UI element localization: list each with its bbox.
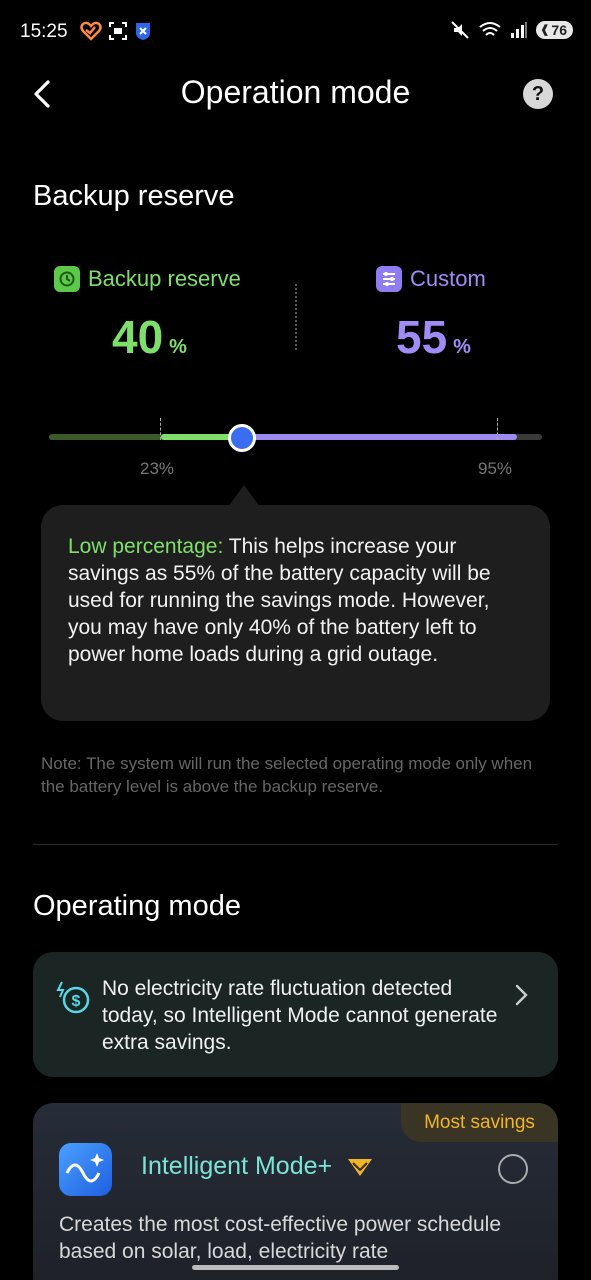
help-button[interactable]: ? [523,79,553,109]
section-divider [33,844,558,845]
page-title: Operation mode [180,74,411,110]
signal-icon [511,22,528,38]
status-time: 15:25 [20,21,68,42]
custom-label: Custom [410,266,486,291]
intelligent-mode-radio[interactable] [498,1154,528,1184]
status-system-icons: ❰ 76 [450,20,573,40]
value-divider [295,284,297,350]
slider-max-tick [497,418,498,440]
custom-pct-symbol: % [453,336,471,358]
slider-thumb[interactable] [228,424,256,452]
tooltip-highlight: Low percentage: [68,535,224,558]
backup-reserve-value-group: 40% [112,310,187,364]
rate-dollar-icon: $ [56,981,90,1014]
backup-section-title: Backup reserve [33,180,235,212]
intelligent-mode-icon [59,1143,112,1196]
battery-indicator: ❰ 76 [536,21,573,39]
shield-app-icon [136,23,150,40]
status-notification-icons [80,21,152,41]
slider-min-tick [160,418,161,440]
heart-app-icon [80,21,102,41]
backup-pct-symbol: % [169,336,187,358]
tooltip-arrow [228,485,260,507]
custom-label-row: Custom [376,266,486,292]
battery-leaf-icon: ❰ [540,24,550,36]
slider-track-custom [241,434,517,440]
custom-value-group: 55% [396,310,471,364]
screenshot-icon [109,22,127,40]
battery-level: 76 [551,22,567,38]
most-savings-badge: Most savings [401,1103,558,1142]
tooltip-text: Low percentage: This helps increase your… [68,533,518,668]
slider-track-locked [49,434,161,440]
intelligent-mode-title: Intelligent Mode+ [141,1152,375,1181]
backup-slider[interactable] [49,434,542,440]
intelligent-mode-description: Creates the most cost-effective power sc… [59,1213,501,1263]
sliders-icon [376,266,402,292]
backup-reserve-label-row: Backup reserve [54,266,241,292]
backup-reserve-icon [54,266,80,292]
intelligent-mode-title-text: Intelligent Mode+ [141,1152,333,1180]
chevron-right-icon [515,984,528,1006]
svg-text:$: $ [72,993,81,1010]
wifi-icon [479,22,501,36]
backup-reserve-label: Backup reserve [88,266,241,291]
premium-diamond-icon [348,1159,373,1177]
slider-min-label: 23% [140,459,175,478]
backup-note: Note: The system will run the selected o… [41,754,533,796]
custom-value: 55 [396,311,448,363]
backup-reserve-value: 40 [112,311,164,363]
slider-max-label: 95% [478,459,513,478]
mute-icon [451,21,469,39]
rate-info-text: No electricity rate fluctuation detected… [102,977,498,1054]
home-indicator[interactable] [192,1265,399,1270]
operating-section-title: Operating mode [33,890,241,922]
